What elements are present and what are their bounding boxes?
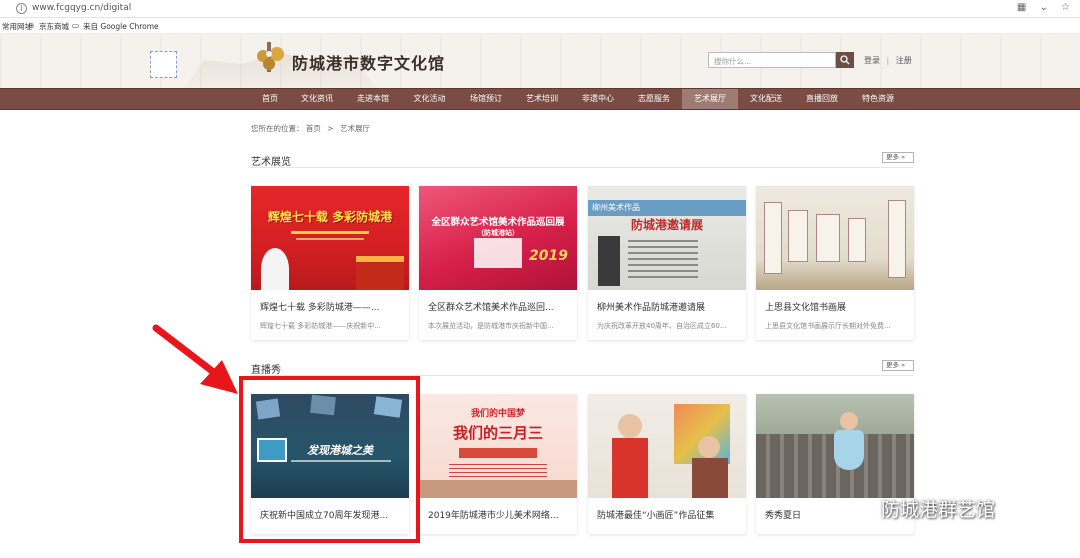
more-label: 更多 <box>886 361 899 369</box>
nav-item[interactable]: 直播回放 <box>794 89 850 109</box>
card-title[interactable]: 秀秀夏日 <box>765 508 801 521</box>
more-button[interactable]: 更多 » <box>882 152 914 163</box>
separator: | <box>886 56 890 65</box>
red-arrow-icon <box>152 324 238 394</box>
nav-item[interactable]: 艺术培训 <box>514 89 570 109</box>
search-button[interactable] <box>836 52 854 68</box>
exhibition-card[interactable]: 辉煌七十载 多彩防城港 辉煌七十载 多彩防城港——... 辉煌七十载 多彩防城港… <box>251 186 409 340</box>
card-image[interactable]: 辉煌七十载 多彩防城港 <box>251 186 409 290</box>
more-label: 更多 <box>886 153 899 161</box>
card-title[interactable]: 辉煌七十载 多彩防城港——... <box>260 300 379 313</box>
nav-item[interactable]: 走进本馆 <box>345 89 401 109</box>
card-overlay-year: 2019 <box>529 248 568 264</box>
search-input[interactable]: 搜你什么... <box>708 52 836 68</box>
wechat-icon <box>845 498 874 520</box>
card-image[interactable]: 柳州美术作品 防城港邀请展 <box>588 186 746 290</box>
card-title[interactable]: 防城港最佳“小画匠”作品征集 <box>597 508 714 521</box>
card-image[interactable]: 全区群众艺术馆美术作品巡回展 （防城港站） 2019 <box>419 186 577 290</box>
card-title[interactable]: 2019年防城港市少儿美术网络... <box>428 508 559 521</box>
folder-icon: ▭ <box>72 21 80 30</box>
bookmarks-bar: 常用网址 ⊕ 京东商城 ▭ 来自 Google Chrome <box>0 18 1080 34</box>
exhibition-card[interactable]: 柳州美术作品 防城港邀请展 柳州美术作品防城港邀请展 为庆祝改革开放40周年、自… <box>588 186 746 340</box>
bookmark-item[interactable]: 来自 Google Chrome <box>83 21 159 32</box>
exhibition-card[interactable]: 上思县文化馆书画展 上思县文化馆书画展示厅长期对外免费... <box>756 186 914 340</box>
card-title[interactable]: 全区群众艺术馆美术作品巡回... <box>428 300 554 313</box>
card-image[interactable] <box>756 394 914 498</box>
card-title[interactable]: 柳州美术作品防城港邀请展 <box>597 300 705 313</box>
breadcrumb-prefix: 您所在的位置： <box>251 124 304 133</box>
highlight-box <box>239 376 420 543</box>
site-title[interactable]: 防城港市数字文化馆 <box>292 50 445 74</box>
main-nav: 首页 文化资讯 走进本馆 文化活动 场馆预订 艺术培训 非遗中心 志愿服务 艺术… <box>0 88 1080 110</box>
exhibition-card[interactable]: 全区群众艺术馆美术作品巡回展 （防城港站） 2019 全区群众艺术馆美术作品巡回… <box>419 186 577 340</box>
nav-item[interactable]: 非遗中心 <box>570 89 626 109</box>
watermark-text: 防城港群艺馆 <box>881 499 996 521</box>
star-icon[interactable]: ☆ <box>1061 2 1070 13</box>
card-title[interactable]: 上思县文化馆书画展 <box>765 300 846 313</box>
breadcrumb: 您所在的位置： 首页 > 艺术展厅 <box>251 123 370 134</box>
section-title: 艺术展览 <box>251 157 291 168</box>
card-desc: 上思县文化馆书画展示厅长期对外免费... <box>765 322 891 330</box>
breadcrumb-home[interactable]: 首页 <box>306 124 321 133</box>
card-image[interactable]: 我们的中国梦 我们的三月三 <box>419 394 577 498</box>
chevron-down-icon[interactable]: ⌄ <box>1039 2 1047 13</box>
card-overlay-text: 我们的三月三 <box>452 424 543 442</box>
card-desc: 为庆祝改革开放40周年、自治区成立60... <box>597 322 727 330</box>
site-info-icon[interactable]: i <box>16 3 27 14</box>
browser-address-bar[interactable]: i www.fcgqyg.cn/digital ▦ ⌄ ☆ <box>0 0 1080 18</box>
card-overlay-subtext: 我们的中国梦 <box>470 409 525 419</box>
globe-icon: ⊕ <box>28 21 35 30</box>
url-text[interactable]: www.fcgqyg.cn/digital <box>32 3 131 13</box>
nav-item[interactable]: 文化配送 <box>738 89 794 109</box>
nav-item[interactable]: 文化资讯 <box>289 89 345 109</box>
card-overlay-subtext: 柳州美术作品 <box>592 203 640 212</box>
breadcrumb-current: 艺术展厅 <box>339 124 370 133</box>
nav-item[interactable]: 首页 <box>251 89 289 109</box>
image-placeholder <box>150 51 177 78</box>
qr-code-icon[interactable]: ▦ <box>1017 2 1026 13</box>
card-image[interactable] <box>756 186 914 290</box>
card-overlay-subtext: （防城港站） <box>477 229 519 237</box>
live-card[interactable]: 我们的中国梦 我们的三月三 2019年防城港市少儿美术网络... <box>419 394 577 534</box>
divider <box>251 167 914 168</box>
nav-item[interactable]: 文化活动 <box>401 89 458 109</box>
live-card[interactable]: 防城港最佳“小画匠”作品征集 <box>588 394 746 534</box>
card-overlay-text: 辉煌七十载 多彩防城港 <box>267 210 393 224</box>
nav-item-active[interactable]: 艺术展厅 <box>682 89 738 109</box>
card-overlay-text: 全区群众艺术馆美术作品巡回展 <box>431 217 565 228</box>
card-overlay-text: 防城港邀请展 <box>630 218 703 232</box>
site-logo-icon[interactable] <box>253 40 289 76</box>
section-title: 直播秀 <box>251 365 281 376</box>
login-link[interactable]: 登录 <box>864 56 880 65</box>
nav-item[interactable]: 志愿服务 <box>626 89 682 109</box>
card-image[interactable] <box>588 394 746 498</box>
watermark: 防城港群艺馆 <box>845 495 995 522</box>
search-icon <box>840 55 850 65</box>
more-button[interactable]: 更多 » <box>882 360 914 371</box>
card-desc: 辉煌七十载 多彩防城港——庆祝新中... <box>260 322 381 330</box>
site-header: 防城港市数字文化馆 搜你什么... 登录 | 注册 <box>0 34 1080 88</box>
nav-item[interactable]: 特色资源 <box>850 89 906 109</box>
bookmark-item[interactable]: 京东商城 <box>39 21 69 32</box>
register-link[interactable]: 注册 <box>896 56 912 65</box>
breadcrumb-sep: > <box>327 124 334 133</box>
nav-item[interactable]: 场馆预订 <box>458 89 514 109</box>
card-desc: 本次展览活动，是防城港市庆祝新中国... <box>428 322 554 330</box>
